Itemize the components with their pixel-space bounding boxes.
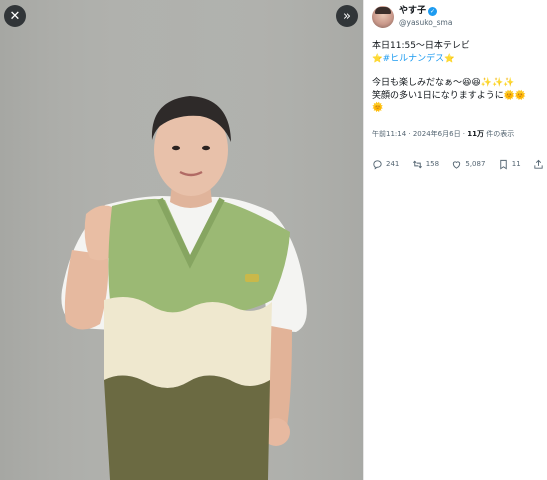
tweet-line-1: 本日11:55〜日本テレビ [372,41,470,51]
tweet-line-2: ⭐#ヒルナンデス⭐ [372,53,544,66]
bookmark-icon [500,159,507,169]
photo-image [0,0,363,480]
action-bar: 241 158 5,087 11 [372,155,544,173]
author-row: やす子 ✓ @yasuko_sma [372,5,452,29]
post-panel: やす子 ✓ @yasuko_sma 本日11:55〜日本テレビ ⭐#ヒルナンデス… [363,0,547,480]
tweet-meta: 午前11:14 · 2024年6月6日 · 11万 件の表示 [372,129,514,139]
reply-button[interactable]: 241 [372,159,399,170]
display-name-row: やす子 ✓ [399,6,452,17]
view-count-label: 件の表示 [484,130,515,138]
chevron-double-right-icon: » [343,8,351,24]
tweet-line-3: 今日も楽しみだなぁ〜😆😆✨✨✨ [372,78,515,88]
star-emoji: ⭐ [444,53,455,64]
bookmark-count: 11 [511,160,521,168]
tweet-line-4: 笑顔の多い1日になりますように🌞🌞 [372,90,527,101]
media-viewer: ✕ » [0,0,363,480]
author-names: やす子 ✓ @yasuko_sma [399,6,452,28]
avatar[interactable] [372,6,394,28]
tweet-text: 本日11:55〜日本テレビ ⭐#ヒルナンデス⭐ 今日も楽しみだなぁ〜😆😆✨✨✨ … [372,40,544,115]
tweet-timestamp[interactable]: 午前11:14 · 2024年6月6日 · [372,130,467,138]
hashtag-link[interactable]: #ヒルナンデス [383,54,445,64]
retweet-icon [412,160,422,168]
like-button[interactable]: 5,087 [451,159,485,170]
star-emoji: ⭐ [372,53,383,64]
retweet-count: 158 [425,160,440,168]
heart-icon [453,160,461,169]
reply-icon [373,159,382,170]
bookmark-button[interactable]: 11 [498,159,521,170]
author-handle[interactable]: @yasuko_sma [399,17,452,28]
close-icon: ✕ [9,8,21,24]
reply-count: 241 [386,160,400,168]
like-count: 5,087 [465,160,486,168]
view-count: 11万 [467,130,484,138]
share-button[interactable] [533,159,544,170]
next-media-button[interactable]: » [336,5,358,27]
author-display-name[interactable]: やす子 [399,6,426,17]
close-button[interactable]: ✕ [4,5,26,27]
retweet-button[interactable]: 158 [412,159,439,170]
verified-badge-icon: ✓ [428,7,438,16]
share-icon [534,159,543,169]
tweet-line-5: 🌞 [372,103,384,113]
